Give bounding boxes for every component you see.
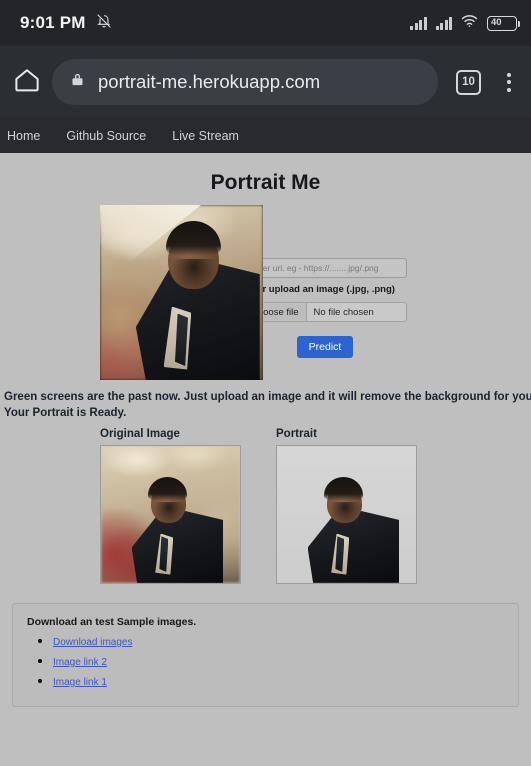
list-item: Image link 1: [53, 672, 504, 690]
home-icon[interactable]: [12, 65, 42, 100]
tab-count-label: 10: [462, 76, 475, 88]
page-content: Portrait Me Or upload an image (.jpg, .p…: [0, 153, 531, 766]
original-image-subject: [101, 446, 240, 583]
download-images-link[interactable]: Download images: [53, 637, 133, 648]
description-text: Green screens are the past now. Just upl…: [4, 391, 531, 403]
nav-link-github-source[interactable]: Github Source: [62, 127, 150, 145]
browser-toolbar: portrait-me.herokuapp.com 10: [0, 46, 531, 118]
list-item: Image link 2: [53, 652, 504, 670]
image-link-1[interactable]: Image link 1: [53, 677, 107, 688]
sample-downloads-list: Download images Image link 2 Image link …: [27, 632, 504, 690]
status-bar: 9:01 PM 40: [0, 0, 531, 46]
battery-indicator: 40: [487, 15, 520, 31]
image-link-2[interactable]: Image link 2: [53, 657, 107, 668]
page-title: Portrait Me: [210, 171, 321, 194]
lock-icon: [70, 71, 85, 93]
sample-downloads-title: Download an test Sample images.: [27, 615, 197, 628]
site-navigation: Home Github Source Live Stream: [0, 118, 531, 153]
status-time: 9:01 PM: [20, 13, 86, 32]
original-subject-hair: [148, 477, 188, 501]
portrait-image: [277, 445, 416, 583]
original-image-block: Original Image: [100, 428, 241, 584]
original-image: [101, 445, 240, 583]
portrait-image-frame: [276, 444, 417, 584]
sample-downloads-card: Download an test Sample images. Download…: [12, 602, 519, 707]
portrait-subject-hair: [324, 477, 364, 501]
status-bar-left: 9:01 PM: [20, 13, 112, 34]
nav-link-home[interactable]: Home: [3, 127, 44, 145]
signal-bars-icon: [435, 16, 452, 30]
file-input[interactable]: Choose file No file chosen: [243, 302, 407, 322]
hero-image: [100, 205, 263, 380]
predict-button[interactable]: Predict: [296, 336, 354, 358]
upload-section: Or upload an image (.jpg, .png) Choose f…: [0, 205, 531, 380]
upload-hint-label: Or upload an image (.jpg, .png): [255, 284, 395, 295]
status-bar-right: 40: [410, 14, 520, 33]
list-item: Download images: [53, 632, 504, 650]
battery-level-label: 40: [491, 17, 502, 29]
url-text: portrait-me.herokuapp.com: [98, 71, 321, 92]
nav-link-live-stream[interactable]: Live Stream: [168, 127, 243, 145]
portrait-image-label: Portrait: [276, 427, 317, 440]
hero-image-wrap: [8, 205, 263, 380]
portrait-image-block: Portrait: [276, 428, 417, 584]
file-status-label: No file chosen: [313, 306, 374, 318]
original-image-label: Original Image: [100, 427, 180, 440]
signal-bars-icon: [410, 16, 427, 30]
tab-counter-button[interactable]: 10: [456, 69, 481, 95]
wifi-icon: [461, 14, 478, 33]
original-image-frame: [100, 444, 241, 584]
kebab-menu-icon[interactable]: [499, 67, 519, 98]
image-url-input[interactable]: [243, 258, 407, 278]
results-section: Original Image Portrait: [0, 419, 531, 584]
portrait-image-subject: [277, 446, 416, 583]
address-bar[interactable]: portrait-me.herokuapp.com: [52, 59, 438, 105]
bell-slash-icon: [96, 13, 112, 34]
portrait-ready-text: Your Portrait is Ready.: [4, 406, 127, 419]
